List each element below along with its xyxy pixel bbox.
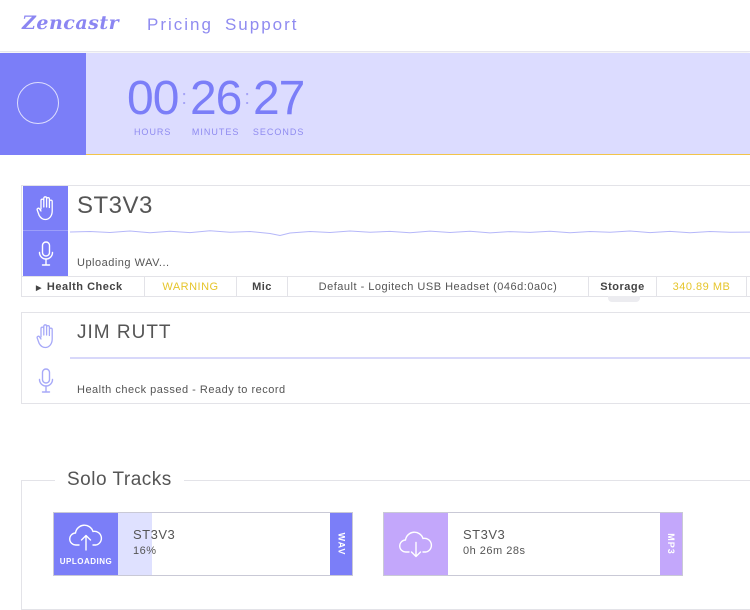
- solo-tracks-section: Solo Tracks UPLOADING ST3V3 16% WAV ST3V…: [21, 469, 750, 610]
- recording-timer: 00 HOURS : 26 MINUTES : 27 SECONDS: [127, 72, 305, 138]
- health-check-label: Health Check: [46, 281, 123, 293]
- audio-waveform: [70, 230, 750, 237]
- timer-seconds-label: SECONDS: [252, 127, 305, 137]
- recording-banner: 00 HOURS : 26 MINUTES : 27 SECONDS: [0, 53, 750, 155]
- track-duration: 0h 26m 28s: [463, 545, 526, 557]
- track-format-badge: MP3: [660, 513, 682, 575]
- track-progress-text: 16%: [133, 545, 157, 557]
- mic-button[interactable]: [23, 231, 68, 276]
- timer-minutes: 26 MINUTES: [189, 72, 242, 138]
- cloud-download-icon: [399, 531, 433, 558]
- health-status: WARNING: [145, 277, 237, 297]
- participant-status: Health check passed - Ready to record: [77, 384, 286, 396]
- track-format: MP3: [665, 533, 676, 555]
- participant-name: JIM RUTT: [77, 322, 172, 343]
- hand-icon: [36, 196, 53, 221]
- timer-minutes-value: 26: [189, 72, 242, 125]
- storage-value: 340.89 MB: [657, 277, 747, 297]
- nav-pricing-link[interactable]: Pricing: [147, 15, 213, 35]
- track-format-badge: WAV: [330, 513, 352, 575]
- participant-status: Uploading WAV...: [77, 257, 170, 269]
- top-navbar: Zencastr Pricing Support: [0, 0, 750, 52]
- raise-hand-button[interactable]: [23, 313, 68, 358]
- timer-seconds-value: 27: [252, 72, 305, 125]
- track-format: WAV: [336, 532, 346, 556]
- mic-icon: [38, 367, 53, 393]
- nav-support-link[interactable]: Support: [225, 15, 299, 35]
- timer-hours-value: 00: [127, 72, 179, 125]
- record-button[interactable]: [0, 53, 86, 155]
- timer-hours: 00 HOURS: [127, 72, 179, 138]
- track-name: ST3V3: [463, 527, 506, 542]
- section-title: Solo Tracks: [55, 469, 184, 491]
- timer-hours-label: HOURS: [133, 127, 172, 137]
- expand-handle[interactable]: [608, 296, 640, 302]
- raise-hand-button[interactable]: [23, 186, 68, 231]
- health-check-toggle[interactable]: ▶ Health Check: [22, 277, 145, 297]
- solo-track[interactable]: ST3V3 0h 26m 28s MP3: [383, 512, 683, 576]
- cloud-upload-icon: [69, 524, 103, 551]
- audio-waveform: [70, 357, 750, 359]
- hand-icon: [36, 323, 53, 348]
- app-logo[interactable]: Zencastr: [22, 12, 119, 34]
- health-check-bar: ▶ Health Check WARNING Mic Default - Logi…: [22, 276, 750, 297]
- timer-minutes-label: MINUTES: [191, 127, 240, 137]
- mic-button[interactable]: [23, 358, 68, 403]
- triangle-right-icon: ▶: [36, 285, 42, 292]
- track-name: ST3V3: [133, 527, 176, 542]
- participant-card: JIM RUTT Health check passed - Ready to …: [21, 312, 750, 404]
- storage-label: Storage: [589, 277, 657, 297]
- solo-track[interactable]: UPLOADING ST3V3 16% WAV: [53, 512, 353, 576]
- timer-separator: :: [244, 87, 250, 109]
- download-button[interactable]: [384, 513, 448, 575]
- timer-seconds: 27 SECONDS: [252, 72, 305, 138]
- mic-device: Default - Logitech USB Headset (046d:0a0…: [288, 277, 589, 297]
- track-state: UPLOADING: [59, 556, 113, 566]
- mic-label: Mic: [237, 277, 288, 297]
- upload-status: UPLOADING: [54, 513, 118, 575]
- mic-icon: [38, 240, 53, 266]
- participant-name: ST3V3: [77, 192, 153, 219]
- participant-card: ST3V3 Uploading WAV... ▶ Health Check WAR…: [21, 185, 750, 302]
- timer-separator: :: [181, 87, 187, 109]
- upload-progress-bar: [118, 513, 152, 575]
- main-nav: Pricing Support: [147, 15, 299, 35]
- record-circle-icon: [17, 82, 59, 124]
